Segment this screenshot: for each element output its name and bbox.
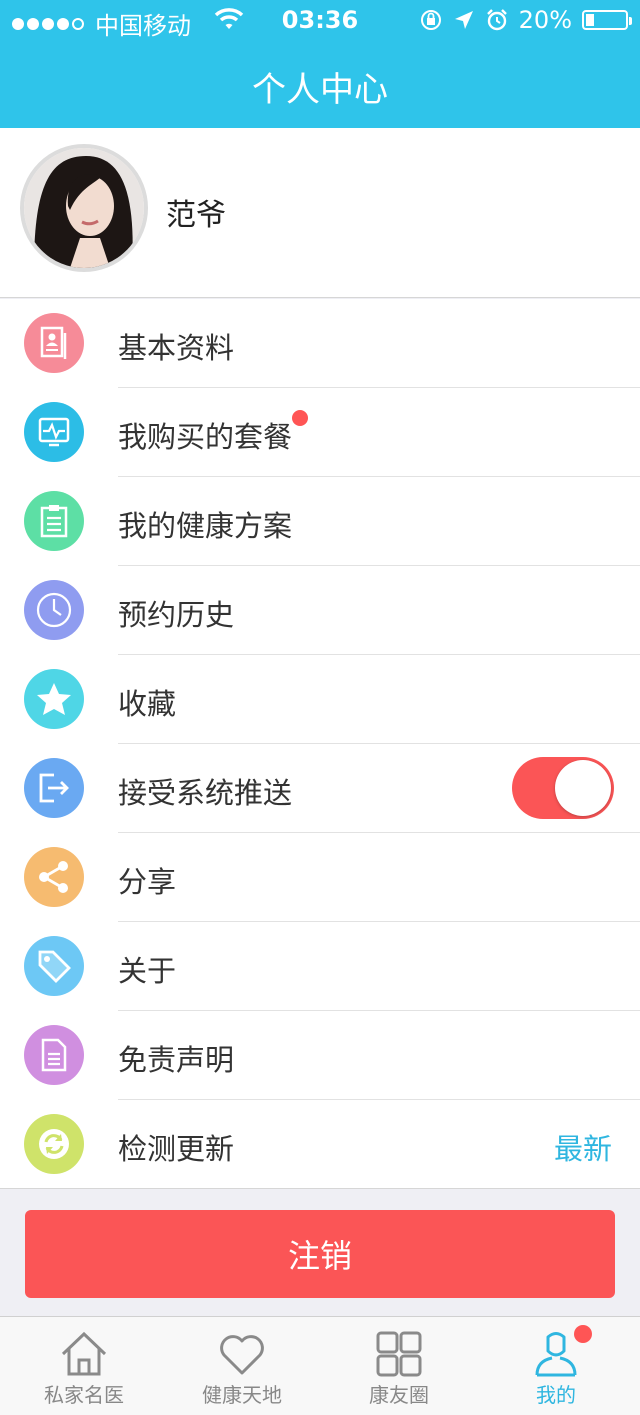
- menu-label: 预约历史: [118, 598, 235, 632]
- menu-item-health-plan[interactable]: 我的健康方案: [0, 477, 640, 566]
- menu-label: 我的健康方案: [118, 509, 293, 543]
- menu-label: 免责声明: [118, 1043, 235, 1077]
- home-icon: [61, 1331, 107, 1376]
- alarm-icon: [486, 9, 507, 31]
- menu-label: 检测更新: [118, 1132, 235, 1166]
- health-monitor-icon: [24, 402, 84, 462]
- menu-label-text: 我购买的套餐: [118, 420, 293, 454]
- menu-label: 接受系统推送: [118, 776, 293, 810]
- tab-community[interactable]: 康友圈: [319, 1317, 479, 1415]
- menu-item-favorites[interactable]: 收藏: [0, 655, 640, 744]
- share-icon: [24, 847, 84, 907]
- menu-item-push-notifications[interactable]: 接受系统推送: [0, 744, 640, 833]
- menu-label: 我购买的套餐: [118, 410, 309, 456]
- menu-item-check-update[interactable]: 检测更新 最新: [0, 1100, 640, 1188]
- refresh-icon: [24, 1114, 84, 1174]
- status-bar: 中国移动 03:36 20%: [0, 0, 640, 42]
- tab-mine[interactable]: 我的: [476, 1317, 636, 1415]
- user-name: 范爷: [166, 198, 226, 233]
- update-status: 最新: [553, 1132, 612, 1166]
- menu-item-share[interactable]: 分享: [0, 833, 640, 922]
- menu-label: 基本资料: [118, 331, 235, 365]
- menu-item-disclaimer[interactable]: 免责声明: [0, 1011, 640, 1100]
- menu-label: 分享: [118, 865, 177, 899]
- grid-icon: [376, 1331, 422, 1377]
- clipboard-icon: [24, 491, 84, 551]
- tab-doctors[interactable]: 私家名医: [4, 1317, 164, 1415]
- location-arrow-icon: [454, 11, 473, 29]
- battery-percent: 20%: [518, 6, 572, 34]
- tab-label: 健康天地: [202, 1383, 282, 1407]
- menu-label: 关于: [118, 954, 177, 988]
- battery-icon: [582, 10, 632, 30]
- tag-icon: [24, 936, 84, 996]
- heart-icon: [220, 1335, 264, 1375]
- push-toggle[interactable]: [512, 757, 614, 819]
- header: 中国移动 03:36 20% 个人中心: [0, 0, 640, 128]
- menu-item-purchased-packages[interactable]: 我购买的套餐: [0, 388, 640, 477]
- tab-bar: 私家名医 健康天地 康友圈 我的: [0, 1316, 640, 1415]
- menu-item-basic-info[interactable]: 基本资料: [0, 299, 640, 388]
- rotation-lock-icon: [420, 10, 441, 30]
- toggle-knob: [555, 760, 611, 816]
- star-icon: [24, 669, 84, 729]
- avatar[interactable]: [20, 144, 148, 272]
- page-title: 个人中心: [252, 70, 388, 110]
- notification-dot: [292, 410, 309, 426]
- tab-label: 我的: [536, 1383, 576, 1407]
- menu-item-appointment-history[interactable]: 预约历史: [0, 566, 640, 655]
- menu-item-about[interactable]: 关于: [0, 922, 640, 1011]
- settings-menu: 基本资料 我购买的套餐 我的健康方案 预约历史 收藏 接受系统推送 分享 关于 …: [0, 299, 640, 1188]
- document-icon: [24, 1025, 84, 1085]
- battery-level: [586, 14, 594, 26]
- status-right: 20%: [419, 6, 632, 34]
- logout-section: 注销: [0, 1188, 640, 1316]
- logout-button[interactable]: 注销: [25, 1210, 615, 1298]
- notification-dot: [574, 1325, 592, 1343]
- profile-card-icon: [24, 313, 84, 373]
- avatar-portrait-icon: [24, 148, 144, 268]
- tab-label: 私家名医: [44, 1383, 124, 1407]
- menu-label: 收藏: [118, 687, 177, 721]
- clock-icon: [24, 580, 84, 640]
- tab-label: 康友圈: [369, 1383, 429, 1407]
- profile-header[interactable]: 范爷: [0, 128, 640, 298]
- push-export-icon: [24, 758, 84, 818]
- tab-health[interactable]: 健康天地: [162, 1317, 322, 1415]
